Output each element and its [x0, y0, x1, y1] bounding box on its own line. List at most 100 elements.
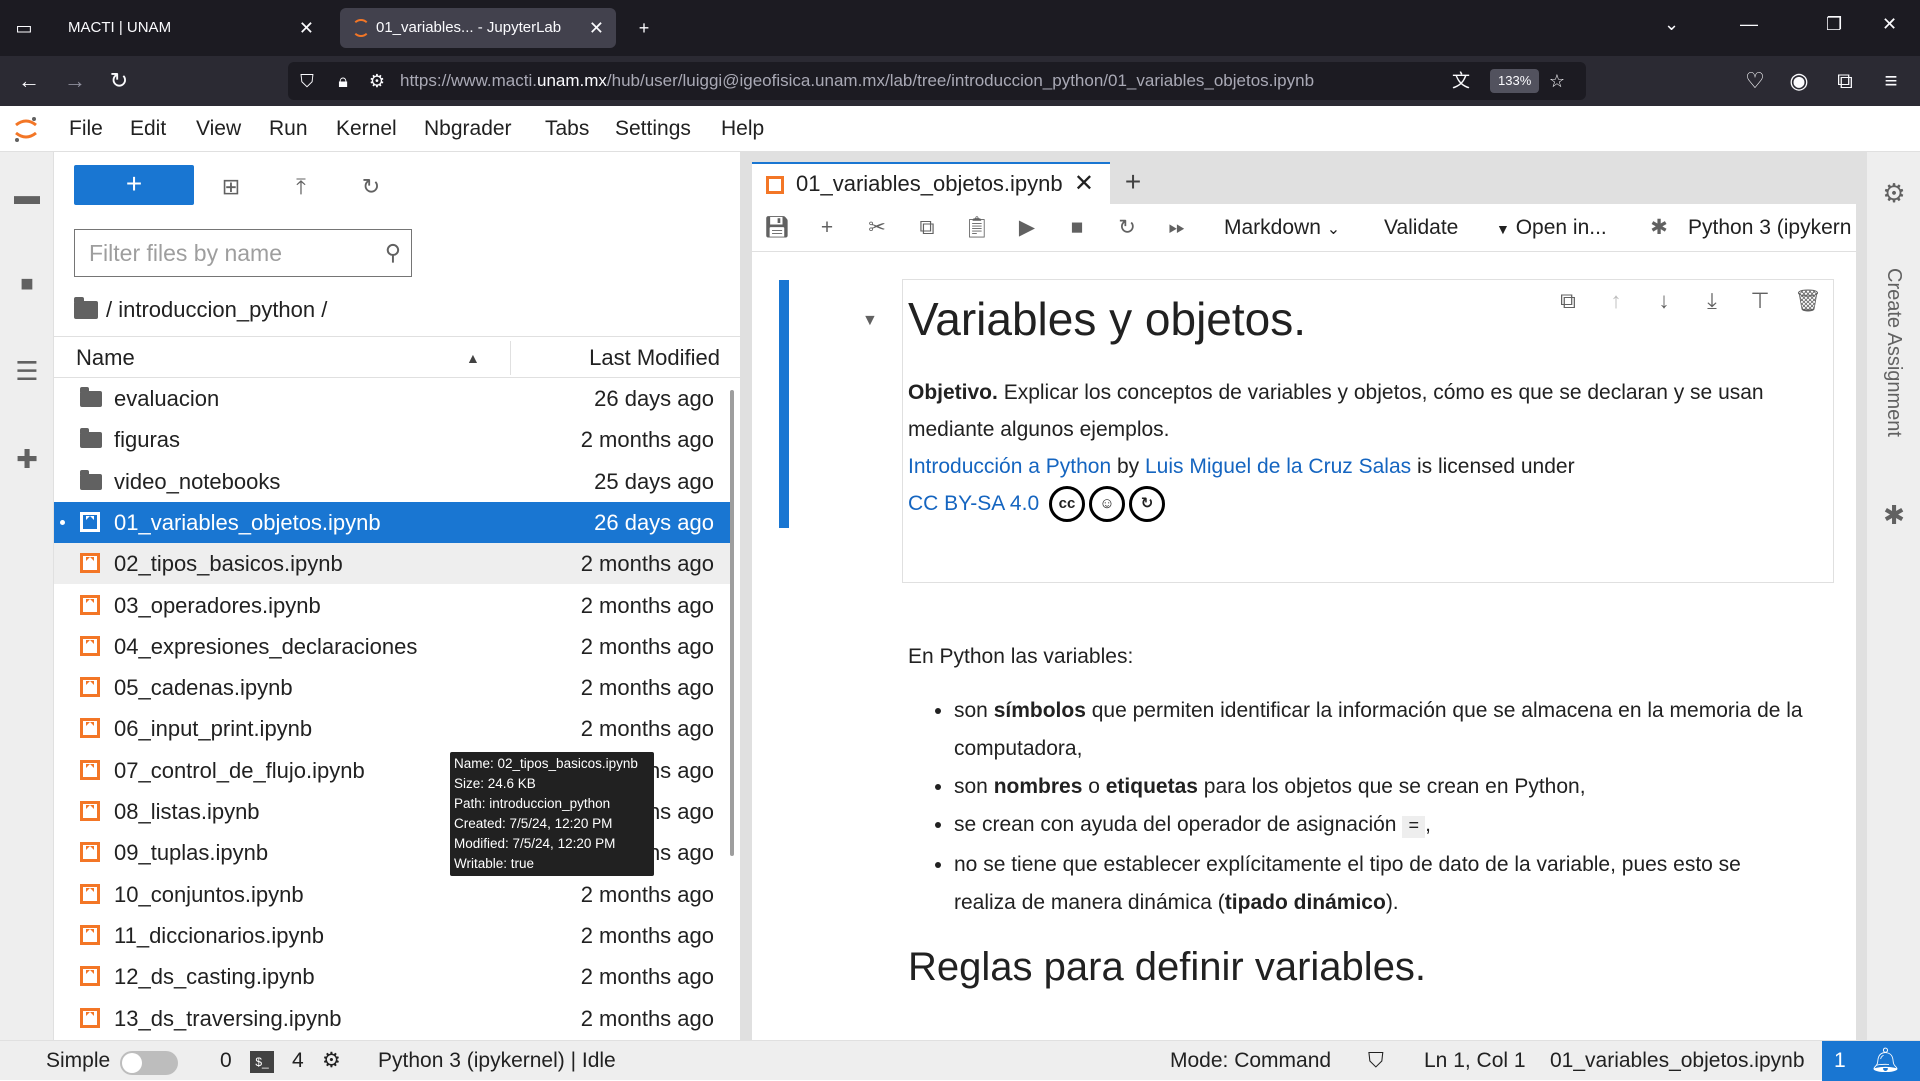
trusted-shield-icon[interactable]: ⛉ [1368, 1041, 1384, 1081]
notebook-row[interactable]: 01_variables_objetos.ipynb 26 days ago [54, 502, 734, 543]
column-modified-header[interactable]: Last Modified [589, 337, 720, 379]
shield-icon[interactable]: ⛉ [296, 70, 318, 92]
copy-icon[interactable]: ⧉ [912, 213, 942, 243]
tab-notebook[interactable]: 01_variables_objetos.ipynb ✕ [752, 162, 1110, 204]
cell-type-select[interactable]: Markdown ⌄ [1224, 204, 1340, 254]
create-assignment-tab[interactable]: Create Assignment [1879, 268, 1909, 458]
kernels-count[interactable]: 4 [292, 1041, 304, 1081]
notebook-row[interactable]: 06_input_print.ipynb 2 months ago [54, 708, 734, 749]
link-cc-license[interactable]: CC BY-SA 4.0 [908, 492, 1039, 515]
sort-ascending-icon[interactable]: ▲ [466, 337, 480, 379]
notebook-row[interactable]: 04_expresiones_declaraciones 2 months ago [54, 626, 734, 667]
open-in-dropdown[interactable]: ▼ Open in... [1496, 204, 1607, 253]
paste-icon[interactable]: 📋︎ [962, 213, 992, 243]
menu-edit[interactable]: Edit [130, 106, 166, 152]
minimize-icon[interactable]: — [1740, 14, 1758, 35]
translate-icon[interactable]: 文 [1450, 70, 1472, 92]
pocket-icon[interactable]: ♡ [1742, 68, 1768, 94]
restore-icon[interactable]: ❐ [1826, 14, 1842, 35]
panel-splitter[interactable] [740, 152, 750, 1040]
folder-row[interactable]: video_notebooks 25 days ago [54, 461, 734, 502]
save-icon[interactable]: 💾︎ [762, 213, 792, 243]
chevron-down-icon[interactable]: ⌄ [1664, 14, 1679, 35]
close-tab-icon[interactable]: ✕ [589, 8, 604, 48]
address-bar[interactable]: ⛉ 🔒︎ ⚙ https://www.macti.unam.mx/hub/use… [288, 62, 1586, 100]
back-arrow-icon[interactable]: ← [16, 68, 42, 94]
lock-icon[interactable]: 🔒︎ [332, 70, 354, 92]
home-folder-icon[interactable] [74, 297, 98, 319]
menu-run[interactable]: Run [269, 106, 308, 152]
close-window-icon[interactable]: ✕ [1882, 14, 1897, 35]
debugger-bug-icon[interactable]: ✱ [1879, 500, 1909, 530]
validate-button[interactable]: Validate [1384, 204, 1458, 252]
url-text[interactable]: https://www.macti.unam.mx/hub/user/luigg… [400, 62, 1314, 100]
collapse-heading-caret-icon[interactable]: ▼ [862, 312, 878, 330]
zoom-level-badge[interactable]: 133% [1490, 69, 1540, 93]
terminals-count[interactable]: 0 [220, 1041, 232, 1081]
notebook-row[interactable]: 05_cadenas.ipynb 2 months ago [54, 667, 734, 708]
notebook-row[interactable]: 13_ds_traversing.ipynb 2 months ago [54, 998, 734, 1039]
cursor-position[interactable]: Ln 1, Col 1 [1424, 1041, 1526, 1081]
link-intro-python[interactable]: Introducción a Python [908, 455, 1111, 478]
restart-icon[interactable]: ↻ [1112, 213, 1142, 243]
link-author[interactable]: Luis Miguel de la Cruz Salas [1145, 455, 1411, 478]
cut-icon[interactable]: ✂ [862, 213, 892, 243]
menu-view[interactable]: View [196, 106, 241, 152]
debugger-bug-icon[interactable]: ✱ [1644, 213, 1674, 243]
browser-tab-jupyterlab[interactable]: 01_variables... - JupyterLab ✕ [340, 8, 616, 48]
folder-row[interactable]: figuras 2 months ago [54, 419, 734, 460]
fast-forward-icon[interactable]: ⏩︎ [1162, 213, 1192, 243]
new-launcher-button[interactable]: + [74, 165, 194, 205]
table-of-contents-icon[interactable]: ☰ [12, 356, 42, 386]
close-icon[interactable]: ✕ [1074, 164, 1094, 204]
column-divider[interactable] [510, 341, 511, 375]
forward-arrow-icon[interactable]: → [62, 68, 88, 94]
permissions-icon[interactable]: ⚙ [366, 70, 388, 92]
column-name-header[interactable]: Name [76, 337, 135, 379]
extension-puzzle-icon[interactable]: ✚ [12, 444, 42, 474]
kernel-name-button[interactable]: Python 3 (ipykern [1688, 204, 1851, 252]
tab-list-icon[interactable]: ▭ [12, 16, 36, 40]
upload-icon[interactable]: ⤒ [286, 172, 316, 202]
menu-help[interactable]: Help [721, 106, 764, 152]
menu-nbgrader[interactable]: Nbgrader [424, 106, 512, 152]
filter-files-input[interactable] [75, 230, 355, 276]
notebook-scrollbar[interactable] [1856, 204, 1866, 1040]
hamburger-menu-icon[interactable]: ≡ [1878, 68, 1904, 94]
refresh-icon[interactable]: ↻ [356, 172, 386, 202]
notebook-row[interactable]: 11_diccionarios.ipynb 2 months ago [54, 915, 734, 956]
cell-collapser[interactable] [779, 280, 789, 528]
new-tab-icon[interactable]: + [632, 16, 656, 40]
stop-icon[interactable]: ■ [1062, 213, 1092, 243]
breadcrumb[interactable]: / introduccion_python / [74, 290, 327, 330]
insert-cell-icon[interactable]: + [812, 213, 842, 243]
notifications-button[interactable]: 1 🔔︎ [1822, 1041, 1920, 1081]
menu-settings[interactable]: Settings [615, 106, 691, 152]
kernel-chip-icon[interactable]: ⚙ [322, 1041, 341, 1081]
notebook-row[interactable]: 03_operadores.ipynb 2 months ago [54, 585, 734, 626]
notebook-row[interactable]: 10_conjuntos.ipynb 2 months ago [54, 874, 734, 915]
terminal-icon[interactable]: $_ [250, 1051, 274, 1073]
bookmark-star-icon[interactable]: ☆ [1546, 70, 1568, 92]
extensions-icon[interactable]: ⧉ [1832, 68, 1858, 94]
notebook-row[interactable]: 12_ds_casting.ipynb 2 months ago [54, 956, 734, 997]
reload-icon[interactable]: ↻ [106, 68, 132, 94]
account-icon[interactable]: ◉ [1786, 68, 1812, 94]
new-tab-plus-icon[interactable]: + [1114, 164, 1152, 202]
menu-file[interactable]: File [69, 106, 103, 152]
notebook-row[interactable]: 02_tipos_basicos.ipynb 2 months ago [54, 543, 734, 584]
menu-kernel[interactable]: Kernel [336, 106, 397, 152]
simple-mode-toggle[interactable] [120, 1051, 178, 1075]
close-tab-icon[interactable]: ✕ [299, 8, 314, 48]
browser-tab-macti[interactable]: MACTI | UNAM ✕ [54, 8, 326, 48]
kernel-status[interactable]: Python 3 (ipykernel) | Idle [378, 1041, 616, 1081]
menu-tabs[interactable]: Tabs [545, 106, 589, 152]
running-kernels-icon[interactable]: ⏹ [12, 268, 42, 298]
folder-row[interactable]: evaluacion 26 days ago [54, 378, 734, 419]
breadcrumb-path[interactable]: / introduccion_python / [106, 297, 327, 322]
run-icon[interactable]: ▶ [1012, 213, 1042, 243]
new-folder-icon[interactable]: ⊞ [216, 172, 246, 202]
folder-icon[interactable]: ▬ [12, 180, 42, 210]
filter-files-field[interactable]: ⚲ [74, 229, 412, 277]
property-inspector-gears-icon[interactable]: ⚙ [1879, 178, 1909, 208]
